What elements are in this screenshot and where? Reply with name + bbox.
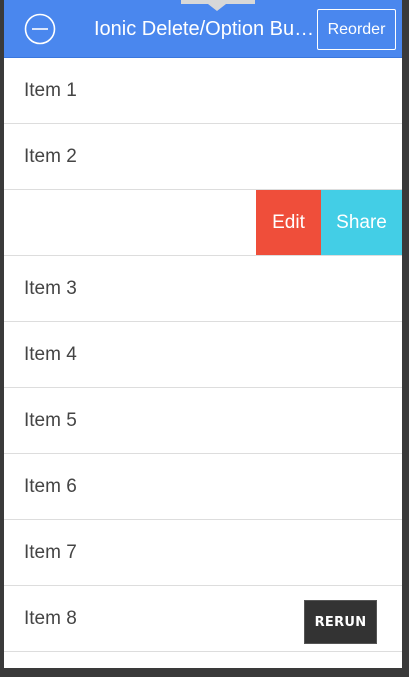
list-item-label: Item 7 [24,542,77,563]
item-list: Item 1 Item 2 Edit Share Item 3 Item 4 I… [4,58,402,652]
list-item[interactable]: Item 3 [4,256,402,322]
list-item-label: Item 8 [24,608,77,629]
list-item-label: Item 2 [24,146,77,167]
app-frame: Ionic Delete/Option Buttons Reorder Item… [4,0,402,677]
list-item-swiped[interactable]: Edit Share [4,190,402,256]
list-item[interactable]: Item 2 [4,124,402,190]
list-item-label: Item 3 [24,278,77,299]
list-item-label: Item 4 [24,344,77,365]
share-button[interactable]: Share [321,190,402,255]
rerun-button[interactable]: RERUN [304,600,377,644]
edit-button[interactable]: Edit [256,190,321,255]
bottom-bar [4,668,402,677]
top-notch-arrow [208,4,226,11]
header-bar: Ionic Delete/Option Buttons Reorder [4,0,402,58]
list-item[interactable]: Item 6 [4,454,402,520]
list-item-label: Item 1 [24,80,77,101]
list-item[interactable]: Item 7 [4,520,402,586]
page-title: Ionic Delete/Option Buttons [94,18,316,40]
list-item-label: Item 6 [24,476,77,497]
reorder-button[interactable]: Reorder [317,9,396,50]
list-item-label: Item 5 [24,410,77,431]
list-item[interactable]: Item 5 [4,388,402,454]
list-item[interactable]: Item 4 [4,322,402,388]
minus-circle-icon[interactable] [24,13,56,45]
list-item[interactable]: Item 1 [4,58,402,124]
